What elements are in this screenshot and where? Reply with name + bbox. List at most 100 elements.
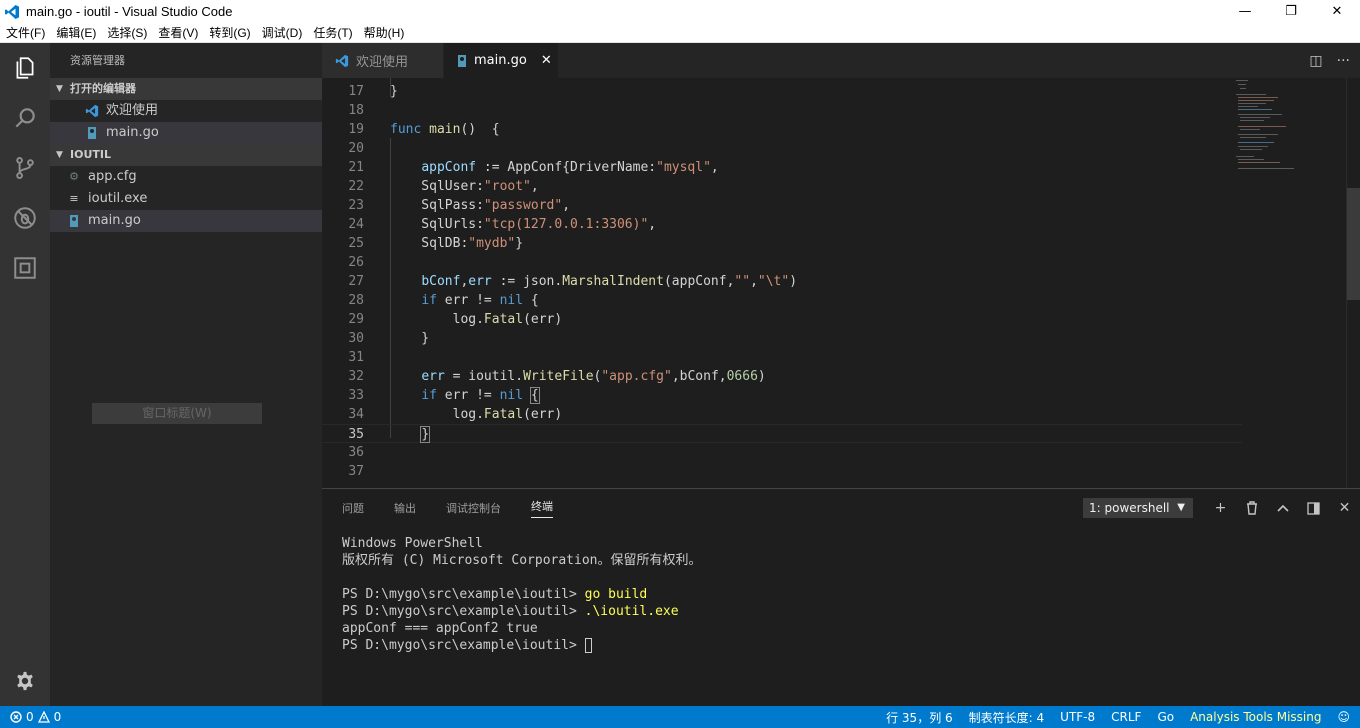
line-code: appConf := AppConf{DriverName:"mysql", (421, 160, 719, 175)
explorer-button[interactable] (0, 43, 50, 93)
code-line: 24 SqlUrls:"tcp(127.0.0.1:3306)", (322, 215, 1242, 234)
line-ending[interactable]: CRLF (1111, 710, 1141, 724)
tab-output[interactable]: 输出 (394, 500, 416, 516)
source-control-button[interactable] (0, 143, 50, 193)
file-app-cfg[interactable]: ⚙ app.cfg (50, 166, 322, 188)
maximize-button[interactable]: ❐ (1268, 0, 1314, 23)
split-editor-icon[interactable]: ◫ (1309, 53, 1322, 69)
go-file-icon (84, 125, 100, 141)
line-number: 32 (348, 369, 364, 384)
new-terminal-button[interactable]: + (1205, 489, 1236, 527)
split-terminal-button[interactable] (1298, 489, 1329, 527)
folder-label: IOUTIL (70, 148, 111, 161)
chevron-down-icon: ▼ (1177, 502, 1185, 513)
line-number: 21 (348, 160, 364, 175)
search-button[interactable] (0, 93, 50, 143)
open-editors-header[interactable]: ▼ 打开的编辑器 (50, 78, 322, 100)
error-icon (10, 711, 22, 723)
terminal-line: PS D:\mygo\src\example\ioutil> .\ioutil.… (342, 604, 679, 619)
menu-edit[interactable]: 编辑(E) (50, 24, 101, 41)
menu-tasks[interactable]: 任务(T) (307, 24, 357, 41)
editor-scrollbar[interactable] (1346, 78, 1360, 488)
tooltip: 窗口标题(W) (92, 403, 262, 424)
menu-bar: 文件(F) 编辑(E) 选择(S) 查看(V) 转到(G) 调试(D) 任务(T… (0, 23, 1360, 43)
line-code: bConf,err := json.MarshalIndent(appConf,… (421, 274, 798, 289)
menu-selection[interactable]: 选择(S) (101, 24, 152, 41)
scrollbar-thumb[interactable] (1347, 188, 1360, 300)
menu-go[interactable]: 转到(G) (203, 24, 255, 41)
terminal-line: 版权所有 (C) Microsoft Corporation。保留所有权利。 (342, 553, 702, 568)
terminal-line: PS D:\mygo\src\example\ioutil> go build (342, 587, 648, 602)
debug-button[interactable] (0, 193, 50, 243)
open-editor-label: main.go (106, 125, 159, 140)
vscode-icon (84, 103, 100, 119)
title-bar: main.go - ioutil - Visual Studio Code — … (0, 0, 1360, 23)
warning-icon (37, 711, 50, 723)
extensions-icon (14, 257, 36, 279)
code-line: 33 if err != nil { (322, 386, 1242, 405)
menu-view[interactable]: 查看(V) (152, 24, 203, 41)
open-editor-main-go[interactable]: main.go (50, 122, 322, 144)
menu-file[interactable]: 文件(F) (0, 24, 50, 41)
tab-size[interactable]: 制表符长度: 4 (969, 709, 1045, 726)
line-number: 19 (348, 122, 364, 137)
feedback-smiley-icon[interactable]: ☺ (1337, 710, 1350, 724)
line-number: 18 (348, 103, 364, 118)
language-mode[interactable]: Go (1157, 710, 1174, 724)
sidebar-title: 资源管理器 (70, 54, 125, 67)
problems-indicator[interactable]: 0 0 (0, 710, 61, 724)
tab-debug-console[interactable]: 调试控制台 (446, 500, 501, 516)
cursor-position[interactable]: 行 35，列 6 (886, 709, 953, 726)
line-number: 31 (348, 350, 364, 365)
open-editor-label: 欢迎使用 (106, 103, 159, 118)
tab-main-go[interactable]: main.go ✕ (444, 43, 559, 78)
code-editor[interactable]: 17} 18 19 func main() { 20 21 appConf := … (322, 78, 1360, 488)
menu-help[interactable]: 帮助(H) (358, 24, 410, 41)
more-actions-icon[interactable]: ··· (1337, 53, 1350, 69)
menu-debug[interactable]: 调试(D) (256, 24, 308, 41)
status-bar: 0 0 行 35，列 6 制表符长度: 4 UTF-8 CRLF Go Anal… (0, 706, 1360, 728)
plus-icon: + (1214, 500, 1227, 516)
close-window-button[interactable]: ✕ (1314, 0, 1360, 23)
window-title: main.go - ioutil - Visual Studio Code (26, 4, 233, 19)
minimap[interactable] (1236, 78, 1346, 188)
terminal-select[interactable]: 1: powershell ▼ (1083, 498, 1193, 518)
terminal-output[interactable]: Windows PowerShell 版权所有 (C) Microsoft Cor… (342, 535, 702, 654)
line-number: 20 (348, 141, 364, 156)
maximize-panel-button[interactable] (1267, 489, 1298, 527)
code-line: 18 (322, 101, 1242, 120)
encoding[interactable]: UTF-8 (1060, 710, 1095, 724)
explorer-sidebar: 资源管理器 ▼ 打开的编辑器 欢迎使用 main.go ▼ IOUTIL ⚙ a… (50, 43, 322, 706)
file-ioutil-exe[interactable]: ≡ ioutil.exe (50, 188, 322, 210)
terminal-line: appConf === appConf2 true (342, 621, 538, 636)
folder-header[interactable]: ▼ IOUTIL (50, 144, 322, 166)
line-number: 28 (348, 293, 364, 308)
line-code: } (390, 84, 398, 99)
kill-terminal-button[interactable] (1236, 489, 1267, 527)
code-line: 19 func main() { (322, 120, 1242, 139)
vscode-logo-icon (5, 4, 19, 19)
tab-label: 欢迎使用 (356, 55, 409, 70)
analysis-tools-warning[interactable]: Analysis Tools Missing (1190, 710, 1321, 724)
error-count: 0 (26, 710, 34, 724)
tab-terminal[interactable]: 终端 (531, 498, 553, 518)
tab-welcome[interactable]: 欢迎使用 (322, 43, 444, 78)
code-line: 37 (322, 462, 1242, 481)
close-panel-button[interactable]: ✕ (1329, 489, 1360, 527)
tab-problems[interactable]: 问题 (342, 500, 364, 516)
code-line: 26 (322, 253, 1242, 272)
code-line: 28 if err != nil { (322, 291, 1242, 310)
minimize-button[interactable]: — (1222, 0, 1268, 23)
manage-button[interactable] (0, 668, 50, 694)
file-label: ioutil.exe (88, 191, 148, 206)
file-main-go[interactable]: main.go (50, 210, 322, 232)
line-code: if err != nil { (421, 387, 540, 404)
vscode-icon (334, 53, 350, 69)
line-number: 30 (348, 331, 364, 346)
open-editor-welcome[interactable]: 欢迎使用 (50, 100, 322, 122)
code-line: 34 log.Fatal(err) (322, 405, 1242, 424)
extensions-button[interactable] (0, 243, 50, 293)
close-icon: ✕ (1338, 500, 1351, 516)
line-code: SqlDB:"mydb"} (390, 236, 524, 251)
close-icon[interactable]: ✕ (541, 53, 552, 68)
